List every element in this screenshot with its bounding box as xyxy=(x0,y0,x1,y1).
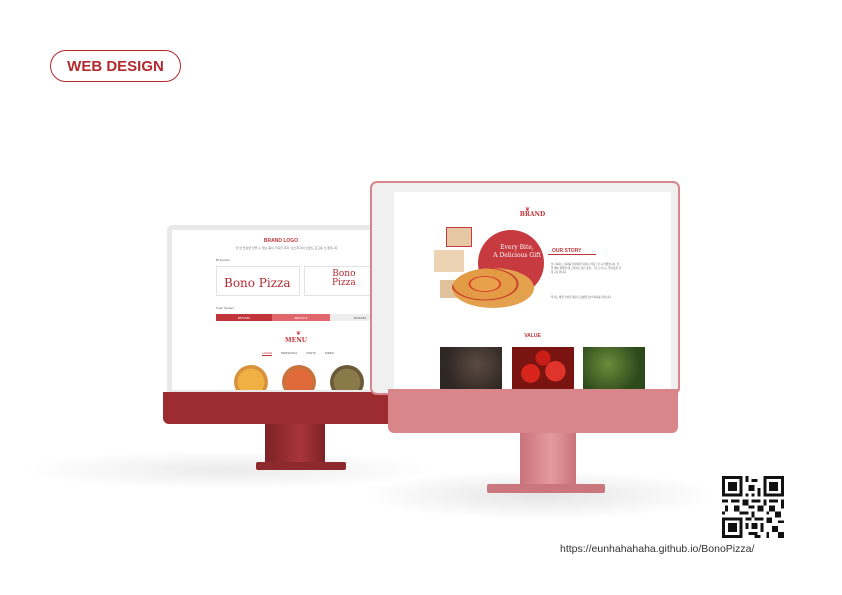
right-monitor-chin xyxy=(388,389,678,433)
pizza-image-2[interactable] xyxy=(282,365,316,390)
right-monitor-stand xyxy=(520,433,576,487)
story-paragraph-2: 우리는 매일 신선한 재료로 정성을 담아 피자를 만듭니다. xyxy=(551,296,612,299)
crown-icon: ❦ xyxy=(296,331,302,337)
brand-logo-description: 한 번 맛보면 잊을 수 없는 풍미 가득한 피자. 보노피자의 브랜드 로고를… xyxy=(235,246,339,250)
value-photo-basil xyxy=(583,347,645,389)
left-monitor-stand xyxy=(265,424,325,466)
tagline-line1: Every Bite, xyxy=(500,244,534,251)
left-monitor-base xyxy=(256,462,346,470)
gift-box-image xyxy=(434,250,464,272)
tab-pasta[interactable]: PASTA xyxy=(307,351,316,356)
brand-title: BRAND xyxy=(519,211,546,218)
logo-secondary: Bono Pizza xyxy=(332,270,356,288)
pizza-image-3[interactable] xyxy=(330,365,364,390)
menu-title: MENU xyxy=(285,337,307,344)
qr-code-icon[interactable] xyxy=(722,476,784,538)
bi-symbol-label: BI Symbol xyxy=(216,258,230,262)
pizza-image-1[interactable] xyxy=(234,365,268,390)
story-paragraph-1: 보노피자는 '피자를 선물처럼' 이라는 마음으로 시작했습니다. 한 입 베어… xyxy=(551,263,621,274)
color-swatch-2: #ED7C7F xyxy=(272,314,330,321)
left-monitor-chin xyxy=(163,392,395,424)
color-swatch-1: #B72F3F xyxy=(216,314,272,321)
tab-large[interactable]: LARGE xyxy=(262,351,273,356)
color-system-label: Color System xyxy=(216,306,235,310)
tagline-line2: A Delicious Gift xyxy=(493,252,541,259)
logo-primary: Bono Pizza xyxy=(224,276,291,290)
portfolio-url-link[interactable]: https://eunhahahaha.github.io/BonoPizza/ xyxy=(560,543,754,555)
menu-tabs: LARGE PERSONAL PASTA SIDES xyxy=(262,351,334,356)
value-photo-dough xyxy=(440,347,502,389)
right-monitor-screen: ❦ BRAND Every Bite, A Delicious Gift OUR… xyxy=(394,192,671,389)
logo-secondary-line2: Pizza xyxy=(332,278,356,288)
gift-box-image xyxy=(446,227,472,247)
tab-sides[interactable]: SIDES xyxy=(325,351,334,356)
tab-personal[interactable]: PERSONAL xyxy=(281,351,297,356)
value-title: VALUE xyxy=(524,333,541,339)
pepperoni-pizza-image xyxy=(452,268,534,308)
brand-logo-title: BRAND LOGO xyxy=(263,238,299,244)
left-monitor-screen: BRAND LOGO 한 번 맛보면 잊을 수 없는 풍미 가득한 피자. 보노… xyxy=(172,230,390,390)
story-divider xyxy=(548,254,596,255)
value-photo-tomatoes xyxy=(512,347,574,389)
web-design-badge: WEB DESIGN xyxy=(50,50,181,82)
right-monitor-base xyxy=(487,484,605,493)
